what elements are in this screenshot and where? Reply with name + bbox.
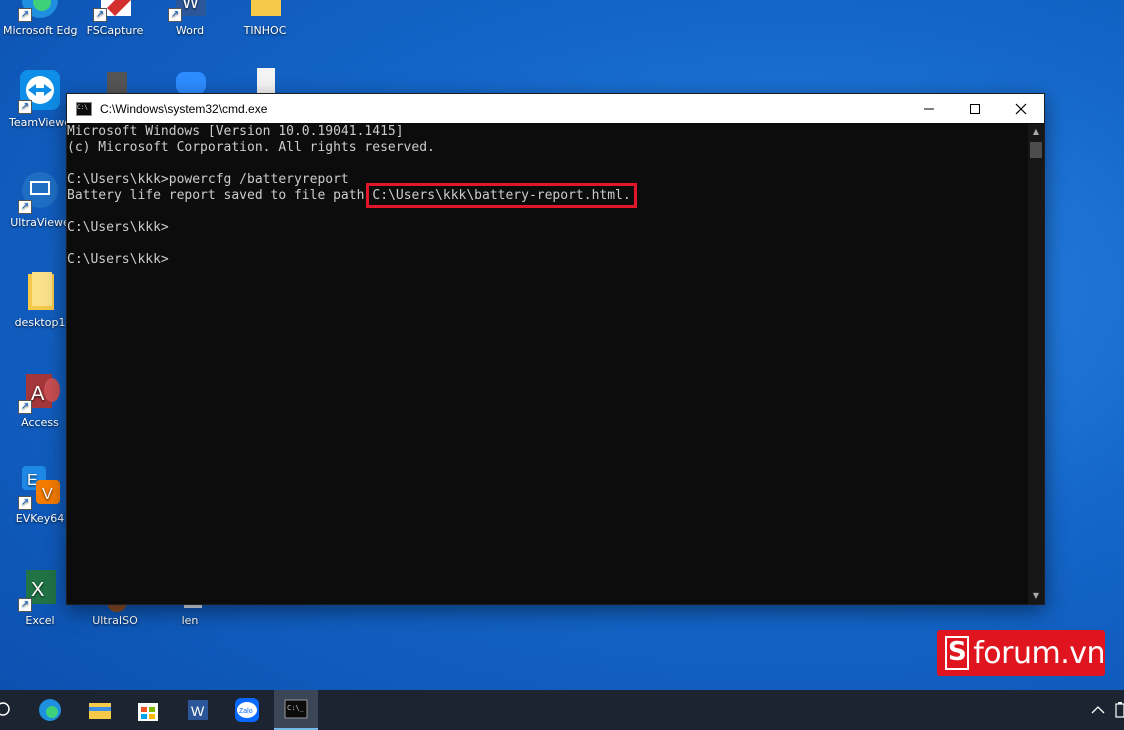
console-text: Battery life report saved to file path bbox=[67, 188, 365, 203]
search-button[interactable] bbox=[0, 694, 20, 726]
word-icon: W ↗ bbox=[168, 0, 212, 22]
window-titlebar[interactable]: C:\ C:\Windows\system32\cmd.exe bbox=[67, 94, 1044, 123]
highlighted-path: C:\Users\kkk\battery-report.html. bbox=[366, 183, 637, 208]
close-icon bbox=[1015, 103, 1027, 114]
svg-text:Zalo: Zalo bbox=[239, 708, 253, 715]
taskbar-file-explorer[interactable] bbox=[84, 694, 116, 726]
desktop-icon-fscapture[interactable]: ↗ FSCapture bbox=[78, 0, 152, 38]
zalo-icon: Zalo bbox=[235, 698, 259, 722]
folder-icon bbox=[18, 270, 62, 314]
battery-tray-button[interactable] bbox=[1104, 694, 1124, 726]
watermark-logo: S bbox=[945, 636, 970, 670]
icon-label: TINHOC bbox=[243, 24, 287, 37]
svg-text:W: W bbox=[191, 703, 205, 719]
edge-icon: ↗ bbox=[18, 0, 62, 22]
taskbar-cmd[interactable]: C:\_ bbox=[274, 690, 318, 730]
svg-text:X: X bbox=[31, 579, 44, 601]
excel-icon: X ↗ bbox=[18, 568, 62, 612]
vertical-scrollbar[interactable]: ▲ ▼ bbox=[1028, 124, 1044, 604]
ultraviewer-icon: ↗ bbox=[18, 170, 62, 214]
search-icon bbox=[0, 702, 10, 716]
close-button[interactable] bbox=[998, 94, 1044, 123]
access-icon: A ↗ bbox=[18, 370, 62, 414]
icon-label: FSCapture bbox=[86, 24, 144, 37]
evkey-icon: EV ↗ bbox=[18, 466, 62, 510]
console-line: Battery life report saved to file path C:… bbox=[67, 183, 1028, 208]
fscapture-icon: ↗ bbox=[93, 0, 137, 22]
svg-text:C:\_: C:\_ bbox=[287, 704, 305, 712]
maximize-button[interactable] bbox=[952, 94, 998, 123]
desktop-icon-tinhoc[interactable]: TINHOC bbox=[228, 0, 302, 38]
cmd-icon: C:\ bbox=[76, 101, 92, 116]
cmd-window[interactable]: C:\ C:\Windows\system32\cmd.exe Microsof… bbox=[66, 93, 1045, 605]
minimize-button[interactable] bbox=[906, 94, 952, 123]
svg-text:W: W bbox=[182, 0, 199, 12]
icon-label: UltraISO bbox=[92, 614, 138, 627]
desktop-icon-word[interactable]: W ↗ Word bbox=[153, 0, 227, 38]
taskbar-edge[interactable] bbox=[34, 694, 66, 726]
console-line: C:\Users\kkk> bbox=[67, 252, 169, 267]
teamviewer-icon: ↗ bbox=[18, 70, 62, 114]
console-line: Microsoft Windows [Version 10.0.19041.14… bbox=[67, 124, 404, 139]
console-line: C:\Users\kkk> bbox=[67, 220, 169, 235]
scroll-down-icon[interactable]: ▼ bbox=[1028, 588, 1044, 604]
sforum-watermark: S forum.vn bbox=[937, 630, 1105, 676]
taskbar-store[interactable] bbox=[132, 694, 164, 726]
chevron-up-icon bbox=[1091, 706, 1105, 714]
icon-label: Microsoft Edge bbox=[3, 24, 77, 37]
desktop-icon-edge[interactable]: ↗ Microsoft Edge bbox=[3, 0, 77, 38]
file-explorer-icon bbox=[89, 703, 111, 719]
maximize-icon bbox=[970, 103, 980, 114]
scroll-up-icon[interactable]: ▲ bbox=[1028, 124, 1044, 140]
word-icon: W bbox=[188, 700, 208, 720]
watermark-text: forum.vn bbox=[973, 635, 1105, 671]
taskbar: W Zalo C:\_ bbox=[0, 690, 1124, 730]
scroll-thumb[interactable] bbox=[1030, 142, 1042, 158]
battery-icon bbox=[1115, 702, 1124, 718]
window-title: C:\Windows\system32\cmd.exe bbox=[100, 101, 268, 116]
icon-label: Excel bbox=[25, 614, 55, 627]
console-line: (c) Microsoft Corporation. All rights re… bbox=[67, 140, 435, 155]
cmd-icon: C:\_ bbox=[284, 699, 308, 719]
console-output[interactable]: Microsoft Windows [Version 10.0.19041.14… bbox=[67, 124, 1028, 604]
minimize-icon bbox=[924, 108, 934, 109]
store-icon bbox=[138, 703, 158, 721]
icon-label: Word bbox=[175, 24, 205, 37]
svg-text:V: V bbox=[42, 486, 53, 503]
svg-text:A: A bbox=[31, 383, 45, 405]
edge-icon bbox=[39, 699, 61, 721]
folder-icon bbox=[243, 0, 287, 22]
icon-label: len bbox=[181, 614, 199, 627]
taskbar-word[interactable]: W bbox=[182, 694, 214, 726]
taskbar-zalo[interactable]: Zalo bbox=[231, 694, 263, 726]
